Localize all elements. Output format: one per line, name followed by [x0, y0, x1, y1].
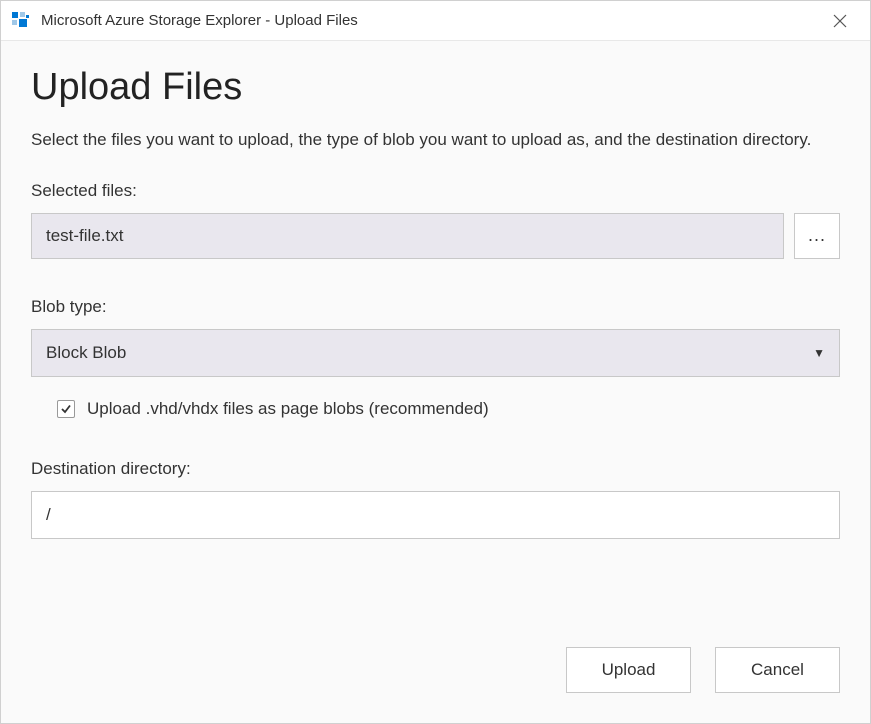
- destination-label: Destination directory:: [31, 459, 840, 479]
- blob-type-label: Blob type:: [31, 297, 840, 317]
- browse-files-button[interactable]: ...: [794, 213, 840, 259]
- checkmark-icon: [60, 403, 72, 415]
- vhd-checkbox-row: Upload .vhd/vhdx files as page blobs (re…: [31, 399, 840, 419]
- close-icon: [833, 14, 847, 28]
- cancel-button[interactable]: Cancel: [715, 647, 840, 693]
- selected-files-label: Selected files:: [31, 181, 840, 201]
- destination-directory-input[interactable]: [31, 491, 840, 539]
- vhd-checkbox[interactable]: [57, 400, 75, 418]
- page-title: Upload Files: [31, 66, 840, 109]
- vhd-checkbox-label: Upload .vhd/vhdx files as page blobs (re…: [87, 399, 489, 419]
- titlebar: Microsoft Azure Storage Explorer - Uploa…: [1, 1, 870, 41]
- dialog-content: Upload Files Select the files you want t…: [1, 41, 870, 723]
- upload-files-dialog: Microsoft Azure Storage Explorer - Uploa…: [0, 0, 871, 724]
- upload-button[interactable]: Upload: [566, 647, 691, 693]
- chevron-down-icon: ▼: [813, 346, 825, 360]
- selected-files-row: test-file.txt ...: [31, 213, 840, 259]
- blob-type-select[interactable]: Block Blob ▼: [31, 329, 840, 377]
- window-title: Microsoft Azure Storage Explorer - Uploa…: [41, 12, 820, 29]
- button-row: Upload Cancel: [31, 647, 840, 693]
- blob-type-select-wrap: Block Blob ▼: [31, 329, 840, 377]
- blob-type-value: Block Blob: [46, 343, 126, 363]
- selected-files-display: test-file.txt: [31, 213, 784, 259]
- azure-storage-icon: [11, 11, 31, 31]
- page-description: Select the files you want to upload, the…: [31, 127, 840, 153]
- close-button[interactable]: [820, 1, 860, 41]
